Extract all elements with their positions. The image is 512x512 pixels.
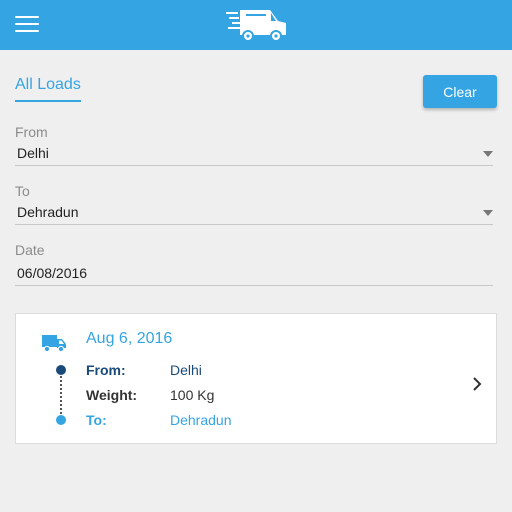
app-header [0,0,512,50]
to-label: To [15,183,30,199]
load-card[interactable]: Aug 6, 2016 From: Delhi Weight: 100 Kg T… [15,313,497,444]
dropdown-caret-icon [483,210,493,216]
from-select[interactable]: Delhi [15,142,493,166]
weight-row-value: 100 Kg [170,387,215,403]
origin-dot-icon [56,365,66,375]
clear-button[interactable]: Clear [423,75,497,108]
from-row-value: Delhi [170,362,202,378]
delivery-truck-icon [226,10,286,42]
dropdown-caret-icon [483,151,493,157]
destination-dot-icon [56,415,66,425]
route-line [60,376,62,414]
date-label: Date [15,242,45,258]
weight-row-label: Weight: [86,387,138,403]
load-date: Aug 6, 2016 [86,330,173,347]
from-value: Delhi [17,145,49,161]
date-field[interactable]: 06/08/2016 [15,262,493,286]
hamburger-menu-icon[interactable] [15,16,39,32]
to-value: Dehradun [17,204,79,220]
to-row-value: Dehradun [170,412,232,428]
truck-icon [42,335,66,352]
to-select[interactable]: Dehradun [15,201,493,225]
chevron-right-icon[interactable] [472,377,482,391]
from-row-label: From: [86,362,126,378]
tab-all-loads[interactable]: All Loads [15,76,81,102]
date-value: 06/08/2016 [17,265,88,281]
from-label: From [15,124,48,140]
to-row-label: To: [86,412,107,428]
